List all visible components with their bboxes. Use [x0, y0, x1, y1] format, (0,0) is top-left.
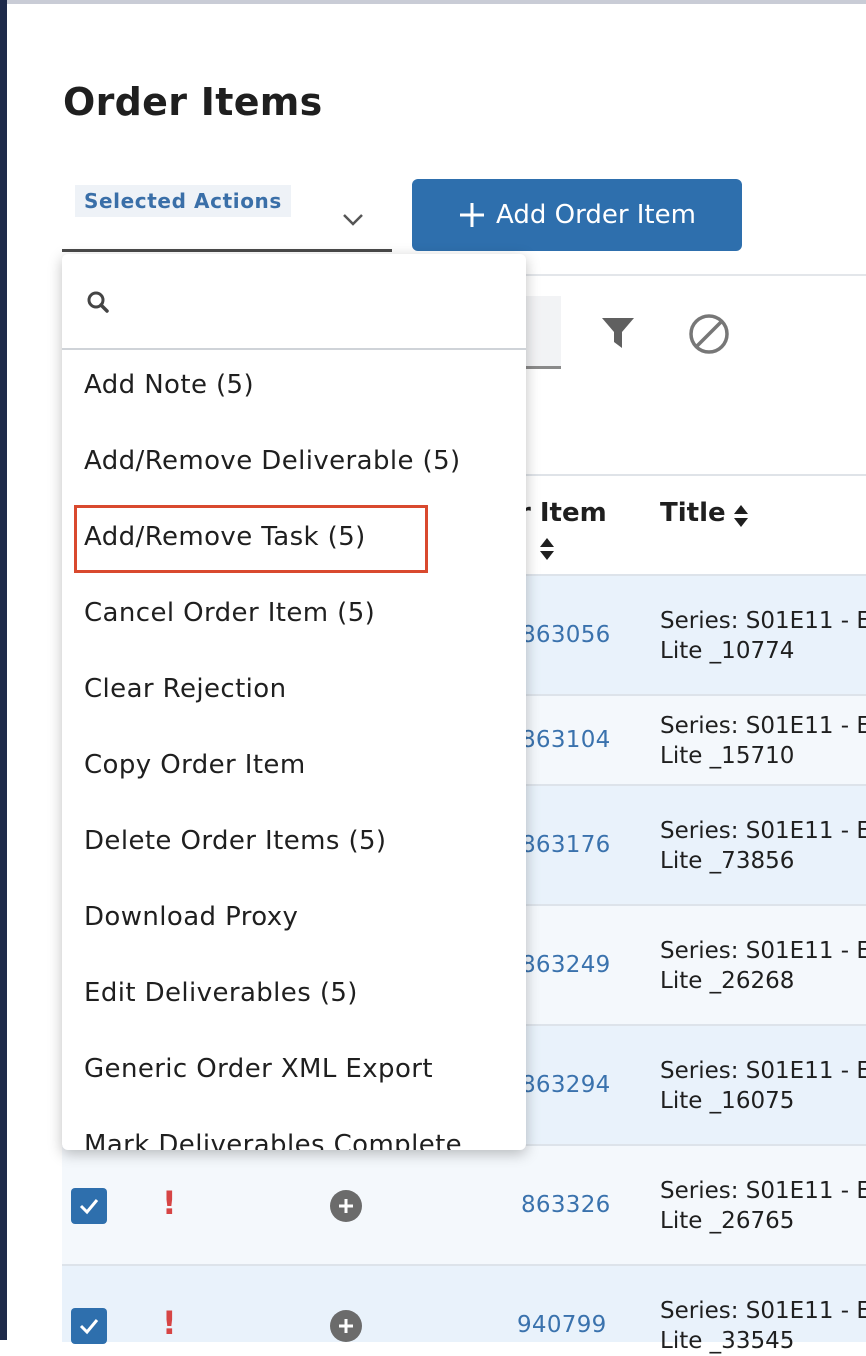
title-line: Lite _10774 — [660, 638, 795, 664]
plus-circle-icon[interactable] — [330, 1310, 362, 1342]
dropdown-option-mark-deliverables-complete[interactable]: Mark Deliverables Complete — [84, 1130, 462, 1150]
search-icon — [87, 291, 109, 313]
dropdown-option-delete-order-items[interactable]: Delete Order Items (5) — [84, 826, 386, 856]
title-line: Lite _26268 — [660, 968, 795, 994]
order-item-id-link[interactable]: 863104 — [521, 727, 611, 753]
selected-actions-label[interactable]: Selected Actions — [75, 185, 291, 217]
checkbox-checked-icon[interactable] — [71, 1188, 107, 1224]
table-search-underline — [526, 366, 561, 369]
table-header-divider — [526, 474, 866, 476]
chevron-down-icon[interactable] — [340, 206, 366, 232]
title-line: Series: S01E11 - E — [660, 1298, 866, 1324]
exclamation-icon: ! — [162, 1184, 177, 1222]
exclamation-icon: ! — [162, 1304, 177, 1342]
order-item-title: Series: S01E11 - E Lite _15710 — [660, 711, 866, 771]
toolbar-divider — [526, 274, 866, 276]
selected-actions-dropdown: Add Note (5) Add/Remove Deliverable (5) … — [62, 254, 526, 1150]
table-search-field[interactable] — [526, 296, 561, 366]
title-line: Series: S01E11 - E — [660, 713, 866, 739]
page-title: Order Items — [63, 80, 323, 124]
order-item-title: Series: S01E11 - E Lite _26765 — [660, 1176, 866, 1236]
title-line: Lite _26765 — [660, 1208, 795, 1234]
selected-actions-underline — [62, 249, 392, 252]
title-line: Lite _73856 — [660, 848, 795, 874]
order-item-id-link[interactable]: 863294 — [521, 1072, 611, 1098]
column-header-item-id[interactable]: r Item — [518, 498, 607, 528]
checkbox-checked-icon[interactable] — [71, 1308, 107, 1344]
filter-icon[interactable] — [600, 316, 636, 350]
dropdown-option-cancel-order-item[interactable]: Cancel Order Item (5) — [84, 598, 375, 628]
dropdown-option-edit-deliverables[interactable]: Edit Deliverables (5) — [84, 978, 358, 1008]
dropdown-option-generic-order-xml-export[interactable]: Generic Order XML Export — [84, 1054, 433, 1084]
title-line: Lite _16075 — [660, 1088, 795, 1114]
order-item-id-link[interactable]: 940799 — [517, 1312, 607, 1338]
order-item-title: Series: S01E11 - E Lite _73856 — [660, 816, 866, 876]
plus-circle-icon[interactable] — [330, 1190, 362, 1222]
title-line: Lite _33545 — [660, 1328, 795, 1354]
dropdown-option-clear-rejection[interactable]: Clear Rejection — [84, 674, 286, 704]
order-item-title: Series: S01E11 - E Lite _10774 — [660, 606, 866, 666]
column-header-item-id-line1: r Item — [518, 498, 607, 528]
dropdown-option-copy-order-item[interactable]: Copy Order Item — [84, 750, 306, 780]
dropdown-option-download-proxy[interactable]: Download Proxy — [84, 902, 298, 932]
window-left-edge — [0, 0, 7, 1340]
column-header-title-label: Title — [660, 498, 726, 528]
table-row[interactable]: ! 940799 Series: S01E11 - E Lite _33545 — [62, 1264, 866, 1354]
title-line: Series: S01E11 - E — [660, 608, 866, 634]
column-header-title[interactable]: Title — [660, 498, 726, 528]
add-order-item-button[interactable]: Add Order Item — [412, 179, 742, 251]
window-top-edge — [0, 0, 866, 4]
order-item-title: Series: S01E11 - E Lite _26268 — [660, 936, 866, 996]
dropdown-search-input[interactable] — [62, 254, 526, 350]
order-item-id-link[interactable]: 863249 — [521, 952, 611, 978]
sort-icon[interactable] — [538, 536, 556, 562]
order-item-id-link[interactable]: 863326 — [521, 1192, 611, 1218]
order-item-id-link[interactable]: 863176 — [521, 832, 611, 858]
order-item-id-link[interactable]: 863056 — [521, 622, 611, 648]
sort-icon[interactable] — [732, 503, 750, 529]
add-order-item-label: Add Order Item — [496, 200, 696, 230]
highlighted-option-outline — [74, 505, 428, 573]
block-icon[interactable] — [688, 313, 730, 355]
plus-icon — [458, 201, 486, 229]
title-line: Series: S01E11 - E — [660, 1178, 866, 1204]
dropdown-option-add-note[interactable]: Add Note (5) — [84, 370, 254, 400]
title-line: Series: S01E11 - E — [660, 1058, 866, 1084]
title-line: Lite _15710 — [660, 743, 795, 769]
dropdown-option-add-remove-deliverable[interactable]: Add/Remove Deliverable (5) — [84, 446, 461, 476]
title-line: Series: S01E11 - E — [660, 938, 866, 964]
table-row[interactable]: ! 863326 Series: S01E11 - E Lite _26765 — [62, 1144, 866, 1264]
order-item-title: Series: S01E11 - E Lite _16075 — [660, 1056, 866, 1116]
title-line: Series: S01E11 - E — [660, 818, 866, 844]
order-item-title: Series: S01E11 - E Lite _33545 — [660, 1296, 866, 1356]
